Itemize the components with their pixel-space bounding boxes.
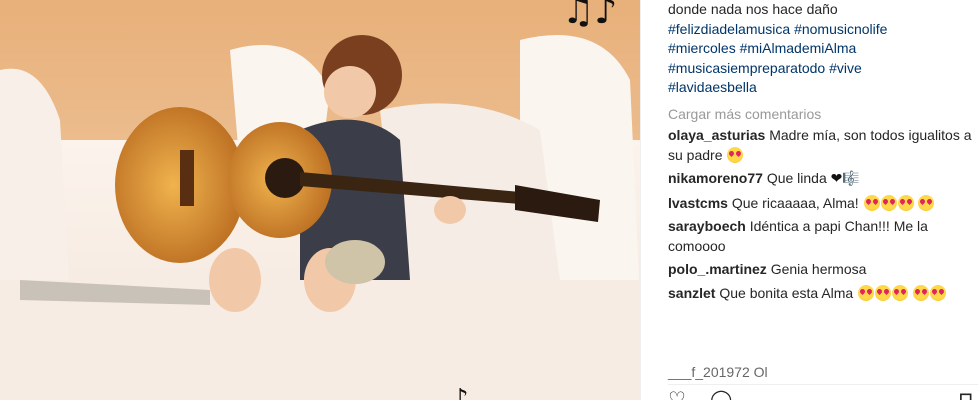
- save-bookmark-icon[interactable]: ⊓: [958, 389, 974, 400]
- comment-username[interactable]: sanzlet: [668, 285, 715, 301]
- comment-text: Que ricaaaaa, Alma!: [731, 194, 859, 211]
- comment: polo_.martinez Genia hermosa: [668, 260, 974, 280]
- comment-list: olaya_asturias Madre mía, son todos igua…: [668, 126, 974, 307]
- comment: lvastcms Que ricaaaaa, Alma!: [668, 194, 974, 214]
- comment-text: Que linda: [766, 170, 827, 186]
- comment: sanzlet Que bonita esta Alma: [668, 284, 974, 304]
- heart-eyes-emoji-icon: [858, 284, 875, 301]
- comment-text: Que bonita esta Alma: [719, 284, 854, 301]
- music-notes-icon: ♫♪: [562, 0, 618, 32]
- caption-hashtags[interactable]: #lavidaesbella: [668, 78, 968, 98]
- heart-eyes-emoji-icon: [880, 194, 897, 211]
- comment: nikamoreno77 Que linda ❤🎼: [668, 169, 974, 190]
- partial-comment: ___f_201972 Ol: [668, 364, 768, 380]
- post-actions-bar: ♡ ◯ ⊓: [668, 384, 978, 400]
- caption-hashtags[interactable]: #felizdiadelamusica #nomusicnolife: [668, 20, 968, 40]
- comment-username[interactable]: lvastcms: [668, 195, 728, 211]
- comment: olaya_asturias Madre mía, son todos igua…: [668, 126, 974, 165]
- load-more-comments-link[interactable]: Cargar más comentarios: [668, 106, 821, 122]
- music-note-icon: ♪: [452, 384, 469, 400]
- comment-text: Genia hermosa: [770, 261, 867, 277]
- heart-eyes-emoji-icon: [930, 284, 947, 301]
- heart-eyes-emoji-icon: [918, 194, 935, 211]
- comment-bubble-icon[interactable]: ◯: [710, 389, 732, 400]
- photo-illustration: [0, 0, 640, 400]
- heart-eyes-emoji-icon: [875, 284, 892, 301]
- heart-eyes-emoji-icon: [913, 284, 930, 301]
- caption-hashtags[interactable]: #miercoles #miAlmademiAlma: [668, 39, 968, 59]
- comment-username[interactable]: sarayboech: [668, 218, 746, 234]
- post-caption: donde nada nos hace daño #felizdiadelamu…: [668, 0, 968, 98]
- caption-line: donde nada nos hace daño: [668, 1, 838, 17]
- comments-panel: donde nada nos hace daño #felizdiadelamu…: [640, 0, 980, 400]
- comment-username[interactable]: olaya_asturias: [668, 127, 765, 143]
- comment-username[interactable]: nikamoreno77: [668, 170, 763, 186]
- heart-eyes-emoji-icon: [727, 146, 744, 163]
- heart-eyes-emoji-icon: [863, 194, 880, 211]
- black-heart-music-icon: ❤🎼: [830, 171, 860, 187]
- caption-hashtags[interactable]: #musicasiempreparatodo #vive: [668, 59, 968, 79]
- post-photo[interactable]: ♫♪ ♪: [0, 0, 640, 400]
- comment: sarayboech Idéntica a papi Chan!!! Me la…: [668, 217, 974, 256]
- like-heart-icon[interactable]: ♡: [668, 389, 686, 400]
- heart-eyes-emoji-icon: [897, 194, 914, 211]
- comment-username[interactable]: polo_.martinez: [668, 261, 767, 277]
- heart-eyes-emoji-icon: [892, 284, 909, 301]
